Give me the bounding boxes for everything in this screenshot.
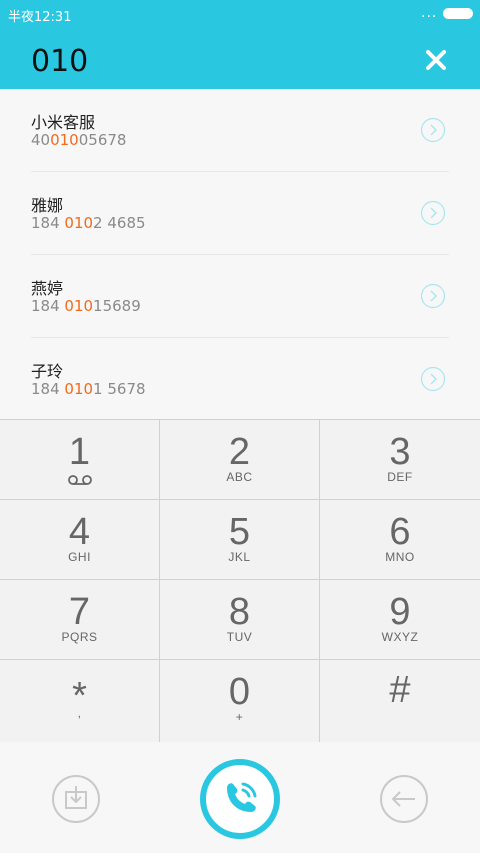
key-digit: 3	[389, 431, 411, 473]
contact-name: 雅娜	[31, 196, 64, 215]
contact-number: 4001005678	[31, 131, 127, 149]
key-star[interactable]: * ,	[0, 660, 160, 743]
dial-keypad: 1 2 ABC 3 DEF 4 GHI 5 JKL 6 MNO 7 PQRS 8…	[0, 419, 480, 743]
key-5[interactable]: 5 JKL	[160, 500, 320, 580]
contact-name: 子玲	[31, 362, 64, 381]
status-menu-icon: ...	[421, 5, 438, 21]
contact-row[interactable]: 子玲 184 0101 5678	[0, 338, 480, 421]
key-4[interactable]: 4 GHI	[0, 500, 160, 580]
key-digit: 2	[228, 431, 251, 473]
contact-row[interactable]: 雅娜 184 0102 4685	[0, 172, 480, 255]
key-letters: GHI	[68, 550, 91, 564]
contact-number: 184 01015689	[31, 297, 141, 315]
dialed-number: 010	[31, 44, 89, 79]
key-digit: 4	[68, 511, 91, 553]
key-digit: 7	[68, 591, 91, 633]
dial-header: 010	[0, 30, 480, 89]
key-hash[interactable]: #	[320, 660, 480, 743]
key-6[interactable]: 6 MNO	[320, 500, 480, 580]
chevron-right-circle-icon[interactable]	[420, 200, 446, 226]
key-1[interactable]: 1	[0, 420, 160, 500]
status-time: 半夜12:31	[8, 10, 72, 25]
contact-name: 小米客服	[31, 113, 96, 132]
key-letters: PQRS	[61, 630, 98, 644]
contact-results: 小米客服 4001005678 雅娜 184 0102 4685 燕婷 184 …	[0, 89, 480, 419]
key-letters: ABC	[226, 470, 253, 484]
key-digit: 6	[389, 511, 411, 553]
backspace-arrow-icon[interactable]	[379, 774, 429, 824]
contact-number: 184 0102 4685	[31, 214, 146, 232]
key-letters: MNO	[385, 550, 415, 564]
status-bar: 半夜12:31 ...	[0, 0, 480, 30]
key-letters: JKL	[228, 550, 251, 564]
key-digit: 9	[389, 591, 411, 633]
chevron-right-circle-icon[interactable]	[420, 283, 446, 309]
key-letters: ,	[77, 706, 82, 720]
key-letters: DEF	[387, 470, 413, 484]
contact-row[interactable]: 小米客服 4001005678	[0, 89, 480, 172]
key-digit: 8	[228, 591, 251, 633]
contact-name: 燕婷	[31, 279, 64, 298]
voicemail-icon	[68, 475, 92, 485]
close-icon[interactable]	[418, 42, 454, 78]
contact-row[interactable]: 燕婷 184 01015689	[0, 255, 480, 338]
key-digit: 0	[228, 671, 251, 713]
key-8[interactable]: 8 TUV	[160, 580, 320, 660]
chevron-right-circle-icon[interactable]	[420, 117, 446, 143]
key-digit: 1	[68, 431, 91, 473]
key-letters: TUV	[226, 630, 253, 644]
key-letters: WXYZ	[381, 630, 419, 644]
key-0[interactable]: 0 +	[160, 660, 320, 743]
contact-number: 184 0101 5678	[31, 380, 146, 398]
key-7[interactable]: 7 PQRS	[0, 580, 160, 660]
phone-call-icon[interactable]	[199, 758, 281, 840]
action-bar	[0, 742, 480, 853]
key-letters: +	[235, 710, 244, 724]
chevron-right-circle-icon[interactable]	[420, 366, 446, 392]
key-digit: 5	[228, 511, 251, 553]
key-2[interactable]: 2 ABC	[160, 420, 320, 500]
key-9[interactable]: 9 WXYZ	[320, 580, 480, 660]
key-digit: #	[389, 669, 411, 711]
save-contact-icon[interactable]	[51, 774, 101, 824]
key-3[interactable]: 3 DEF	[320, 420, 480, 500]
battery-icon	[443, 8, 473, 19]
